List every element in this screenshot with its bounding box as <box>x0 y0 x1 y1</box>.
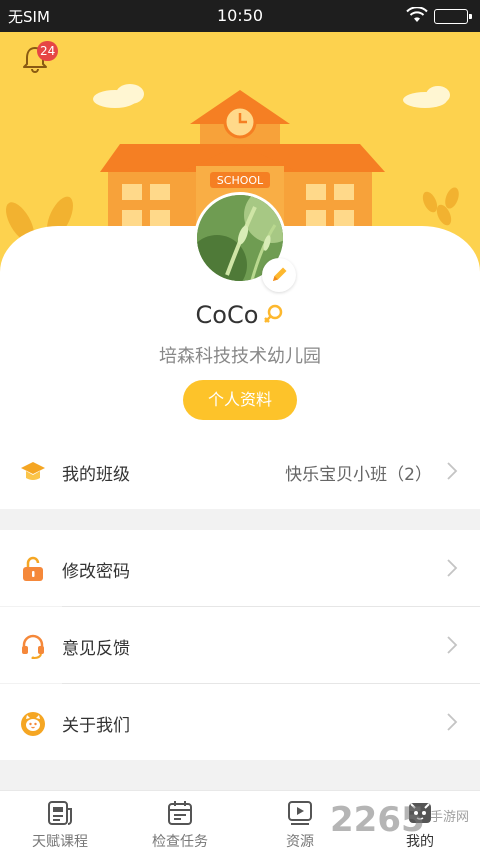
notification-badge: 24 <box>37 41 59 61</box>
menu-item-my-class[interactable]: 我的班级 快乐宝贝小班（2） <box>0 433 480 509</box>
battery-icon <box>434 9 472 24</box>
calendar-icon <box>168 801 192 825</box>
school-sign-text: SCHOOL <box>217 174 264 187</box>
pencil-icon <box>273 267 287 281</box>
menu-item-label: 关于我们 <box>62 716 130 736</box>
watermark: 2265 手游网 <box>330 800 469 840</box>
chevron-right-icon <box>447 462 458 480</box>
menu-item-label: 意见反馈 <box>62 639 130 659</box>
course-icon <box>48 801 72 825</box>
female-badge-icon <box>264 304 283 323</box>
tab-label: 检查任务 <box>152 834 208 850</box>
profile-info-button[interactable]: 个人资料 <box>183 380 297 420</box>
tab-label: 天赋课程 <box>32 834 88 850</box>
menu-item-feedback[interactable]: 意见反馈 <box>0 607 480 683</box>
chevron-right-icon <box>447 636 458 654</box>
chevron-right-icon <box>447 713 458 731</box>
watermark-site: 手游网 <box>430 810 470 825</box>
chevron-right-icon <box>447 559 458 577</box>
menu-item-label: 修改密码 <box>62 562 130 582</box>
graduation-cap-icon <box>21 462 45 480</box>
wifi-icon <box>406 7 428 22</box>
menu-item-about-us[interactable]: 关于我们 <box>0 684 480 760</box>
status-bar: 无SIM 10:50 <box>0 0 480 32</box>
school-name: 培森科技技术幼儿园 <box>159 346 321 367</box>
tab-check-tasks[interactable]: 检查任务 <box>120 791 240 853</box>
watermark-number: 2265 <box>330 800 425 840</box>
tab-course[interactable]: 天赋课程 <box>0 791 120 853</box>
video-icon <box>288 801 312 825</box>
menu-item-change-password[interactable]: 修改密码 <box>0 530 480 606</box>
headset-icon <box>22 634 44 659</box>
username: CoCo <box>195 301 259 329</box>
cat-face-icon <box>21 712 45 736</box>
class-name-value: 快乐宝贝小班（2） <box>285 465 432 485</box>
edit-avatar-button[interactable] <box>262 258 296 292</box>
lock-icon <box>23 556 43 581</box>
username-row: CoCo <box>0 300 480 329</box>
menu-item-label: 我的班级 <box>62 465 130 485</box>
